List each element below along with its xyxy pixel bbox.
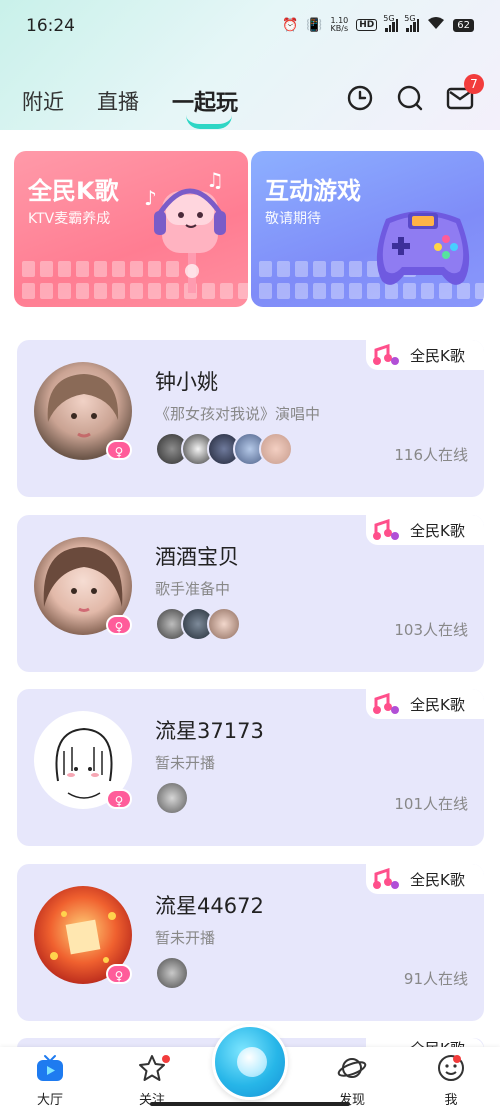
header-actions: 7 [346,74,484,112]
nav-follow-dot [162,1055,170,1063]
gamepad-icon [376,211,470,285]
messages-button[interactable]: 7 [446,74,484,112]
mail-badge: 7 [464,74,484,94]
viewer-avatars [155,607,241,641]
viewer-avatars [155,781,189,815]
status-bar: 16:24 ⏰ 📳 1.10 KB/s HD 5G 5G 62 [0,0,500,52]
viewer-avatars [155,956,189,990]
music-note-icon [373,868,399,889]
viewer-avatar [207,607,241,641]
signal-icon-2: 5G [404,14,420,32]
room-status: 歌手准备中 [155,580,231,598]
banner-karaoke[interactable]: 全民K歌 KTV麦霸养成 ♪ ♫ [14,151,248,307]
room-host-name: 钟小姚 [155,370,218,394]
online-count: 91人在线 [403,970,468,988]
online-count: 103人在线 [394,621,468,639]
room-host-name: 酒酒宝贝 [155,545,239,569]
room-status: 暂未开播 [155,929,216,947]
tab-nearby[interactable]: 附近 [22,86,64,116]
microphone-mascot-icon: ♪ ♫ [144,168,226,293]
mic-badge-icon: ♀ [106,789,132,809]
signal-icon: 5G [383,14,399,32]
viewer-avatars [155,432,293,466]
active-tab-indicator [186,115,232,129]
alarm-icon: ⏰ [282,17,299,33]
search-icon [397,85,423,111]
banner-games-title: 互动游戏 [265,177,361,205]
status-time: 16:24 [26,16,75,36]
center-play-button[interactable] [212,1024,288,1100]
room-card[interactable]: 全民K歌 ♀ 酒酒宝贝 歌手准备中 103人在线 [17,515,484,672]
vibrate-icon: 📳 [306,17,323,33]
mic-badge-icon: ♀ [106,615,132,635]
online-count: 116人在线 [394,446,468,464]
battery-indicator: 62 [453,18,474,32]
banner-games-subtitle: 敬请期待 [265,211,321,227]
room-status: 《那女孩对我说》演唱中 [155,405,321,423]
card-tag: 全民K歌 [366,340,484,370]
net-speed: 1.10 KB/s [330,16,349,33]
nav-discover[interactable]: 发现 [322,1053,382,1108]
svg-text:♪: ♪ [144,186,157,210]
nav-follow[interactable]: 关注 [122,1053,182,1108]
viewer-avatar [155,956,189,990]
room-host-name: 流星37173 [155,719,264,743]
card-tag: 全民K歌 [366,515,484,545]
room-host-name: 流星44672 [155,894,264,918]
music-note-icon [373,519,399,540]
nav-me[interactable]: 我 [421,1053,481,1108]
music-note-icon [373,693,399,714]
tab-play-together[interactable]: 一起玩 [172,85,238,129]
card-tag: 全民K歌 [366,864,484,894]
room-card[interactable]: 全民K歌 ♀ 流星37173 暂未开播 101人在线 [17,689,484,846]
wifi-icon [427,16,445,34]
room-card[interactable]: 全民K歌 ♀ 钟小姚 《那女孩对我说》演唱中 116人在线 [17,340,484,497]
room-card[interactable]: 全民K歌 ♀ 流星44672 暂未开播 91人在线 [17,864,484,1021]
banner-games[interactable]: 互动游戏 敬请期待 [251,151,484,307]
clock-icon [347,85,373,111]
status-icons: ⏰ 📳 1.10 KB/s HD 5G 5G 62 [282,14,474,34]
viewer-avatar [259,432,293,466]
top-tabs: 附近 直播 一起玩 [22,85,238,129]
planet-icon [337,1058,367,1078]
mic-badge-icon: ♀ [106,440,132,460]
banner-karaoke-title: 全民K歌 [28,177,119,205]
room-status: 暂未开播 [155,754,216,772]
banner-karaoke-subtitle: KTV麦霸养成 [28,211,111,227]
card-tag: 全民K歌 [366,689,484,719]
hd-badge: HD [356,19,378,31]
search-button[interactable] [396,84,424,112]
music-note-icon [373,344,399,365]
nav-hall[interactable]: 大厅 [20,1053,80,1108]
online-count: 101人在线 [394,795,468,813]
tv-icon [37,1055,63,1081]
nav-me-dot [453,1055,461,1063]
viewer-avatar [155,781,189,815]
home-indicator [150,1102,350,1106]
history-button[interactable] [346,84,374,112]
smile-face-icon [438,1055,464,1081]
tab-live[interactable]: 直播 [97,86,139,116]
svg-text:♫: ♫ [206,168,224,192]
mic-badge-icon: ♀ [106,964,132,984]
